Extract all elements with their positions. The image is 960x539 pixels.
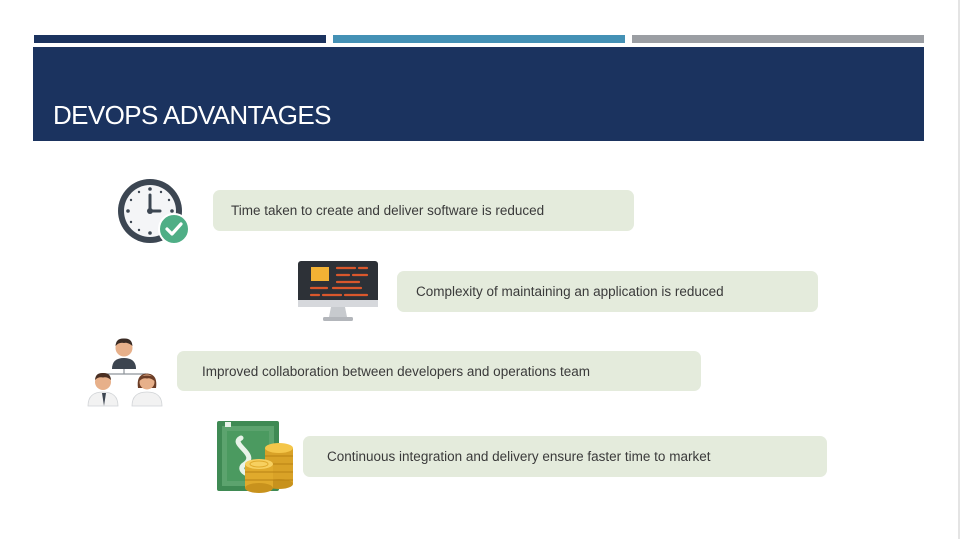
advantage-text-4: Continuous integration and delivery ensu… [327, 449, 711, 464]
advantage-text-3: Improved collaboration between developer… [202, 363, 590, 379]
accent-bar-blue [333, 35, 625, 43]
clock-check-icon [110, 178, 192, 246]
money-coins-icon [215, 420, 297, 494]
accent-bar-navy [34, 35, 326, 43]
advantage-item-1: Time taken to create and deliver softwar… [213, 190, 634, 231]
advantage-text-1: Time taken to create and deliver softwar… [231, 203, 545, 218]
advantage-item-4: Continuous integration and delivery ensu… [303, 436, 827, 477]
slide: DEVOPS ADVANTAGES Time taken to create a… [0, 0, 960, 539]
advantage-item-3: Improved collaboration between developer… [177, 351, 701, 391]
slide-title: DEVOPS ADVANTAGES [53, 100, 331, 130]
monitor-code-icon [297, 260, 379, 324]
advantage-item-2: Complexity of maintaining an application… [397, 271, 818, 312]
advantage-text-2: Complexity of maintaining an application… [416, 284, 724, 299]
team-icon [84, 336, 166, 408]
title-banner: DEVOPS ADVANTAGES [33, 47, 924, 141]
accent-bar-gray [632, 35, 924, 43]
